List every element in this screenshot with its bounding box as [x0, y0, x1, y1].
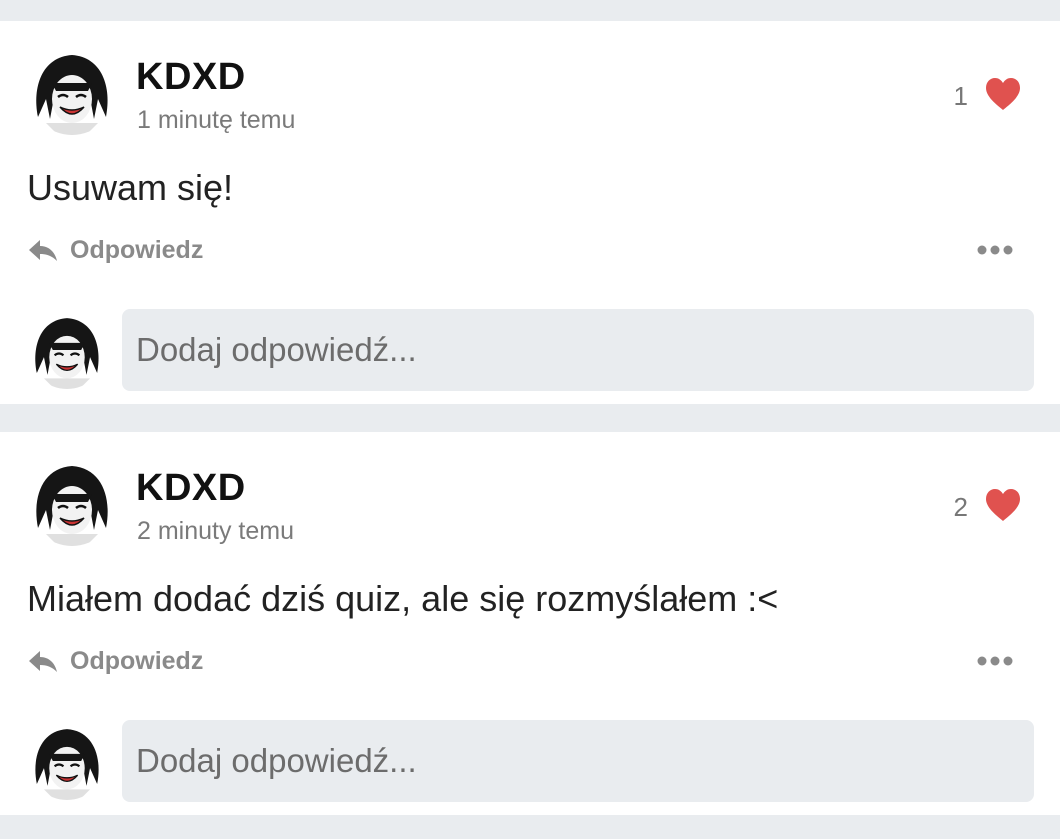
reply-arrow-icon: [29, 651, 57, 672]
comment-timestamp: 1 minutę temu: [137, 106, 296, 134]
like-count: 2: [953, 492, 968, 522]
reply-input[interactable]: [122, 720, 1034, 802]
avatar-image: [28, 47, 116, 135]
reply-button[interactable]: Odpowiedz: [28, 233, 203, 267]
avatar-image: [28, 458, 116, 546]
current-user-avatar: [28, 722, 106, 800]
author-avatar[interactable]: [28, 47, 116, 135]
reply-button[interactable]: Odpowiedz: [28, 644, 203, 678]
reply-arrow-icon: [29, 240, 57, 261]
heart-icon[interactable]: [984, 77, 1022, 111]
more-dots-icon[interactable]: [976, 243, 1014, 257]
avatar-image: [28, 311, 106, 389]
reply-label: Odpowiedz: [70, 647, 204, 675]
comment-card: KDXD 1 minutę temu 1 Usuwam się! Odpowie…: [0, 21, 1060, 404]
comment-timestamp: 2 minuty temu: [137, 517, 295, 545]
more-dots-icon[interactable]: [976, 654, 1014, 668]
author-name[interactable]: KDXD: [136, 466, 246, 510]
author-avatar[interactable]: [28, 458, 116, 546]
like-count: 1: [953, 81, 968, 111]
comment-text: Miałem dodać dziś quiz, ale się rozmyśla…: [27, 578, 779, 619]
comment-card: KDXD 2 minuty temu 2 Miałem dodać dziś q…: [0, 432, 1060, 815]
reply-input[interactable]: [122, 309, 1034, 391]
current-user-avatar: [28, 311, 106, 389]
reply-label: Odpowiedz: [70, 236, 204, 264]
author-name[interactable]: KDXD: [136, 55, 246, 99]
avatar-image: [28, 722, 106, 800]
comment-text: Usuwam się!: [27, 167, 234, 208]
heart-icon[interactable]: [984, 488, 1022, 522]
